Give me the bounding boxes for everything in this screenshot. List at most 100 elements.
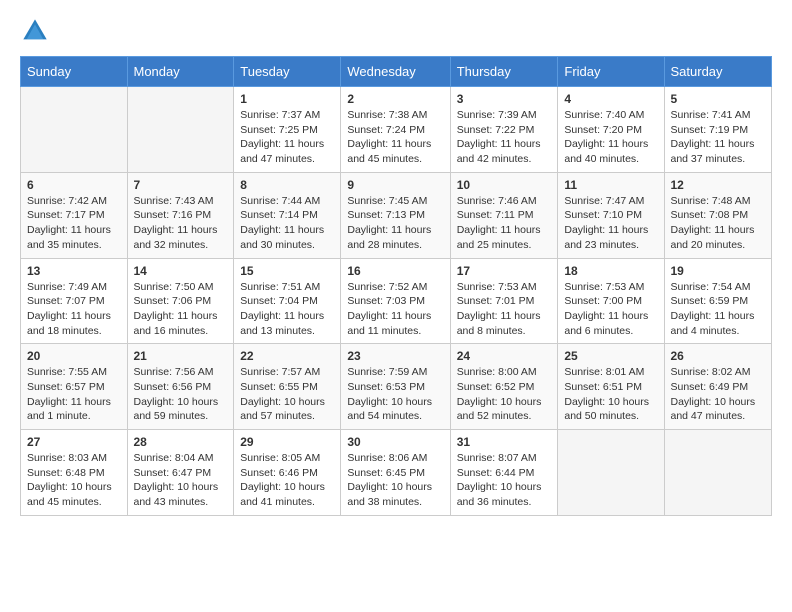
calendar-cell: 14 Sunrise: 7:50 AM Sunset: 7:06 PM Dayli… (127, 258, 234, 344)
calendar-cell: 15 Sunrise: 7:51 AM Sunset: 7:04 PM Dayli… (234, 258, 341, 344)
calendar-week-row: 6 Sunrise: 7:42 AM Sunset: 7:17 PM Daylig… (21, 172, 772, 258)
day-info: Sunrise: 7:47 AM Sunset: 7:10 PM Dayligh… (564, 194, 657, 253)
calendar-cell: 4Sunrise: 7:40 AM Sunset: 7:20 PM Daylig… (558, 87, 664, 173)
day-info: Sunrise: 8:04 AM Sunset: 6:47 PM Dayligh… (134, 451, 228, 510)
day-number: 31 (457, 435, 552, 449)
day-info: Sunrise: 7:56 AM Sunset: 6:56 PM Dayligh… (134, 365, 228, 424)
calendar-cell: 24Sunrise: 8:00 AM Sunset: 6:52 PM Dayli… (450, 344, 558, 430)
logo (20, 16, 54, 46)
day-info: Sunrise: 7:45 AM Sunset: 7:13 PM Dayligh… (347, 194, 443, 253)
calendar-cell: 19Sunrise: 7:54 AM Sunset: 6:59 PM Dayli… (664, 258, 772, 344)
day-number: 1 (240, 92, 334, 106)
calendar-cell: 23Sunrise: 7:59 AM Sunset: 6:53 PM Dayli… (341, 344, 450, 430)
day-number: 3 (457, 92, 552, 106)
day-number: 7 (134, 178, 228, 192)
weekday-header-thursday: Thursday (450, 57, 558, 87)
calendar-cell: 29 Sunrise: 8:05 AM Sunset: 6:46 PM Dayli… (234, 430, 341, 516)
day-info: Sunrise: 8:07 AM Sunset: 6:44 PM Dayligh… (457, 451, 552, 510)
day-info: Sunrise: 8:06 AM Sunset: 6:45 PM Dayligh… (347, 451, 443, 510)
calendar-cell: 30 Sunrise: 8:06 AM Sunset: 6:45 PM Dayli… (341, 430, 450, 516)
day-info: Sunrise: 7:46 AM Sunset: 7:11 PM Dayligh… (457, 194, 552, 253)
day-number: 20 (27, 349, 121, 363)
day-info: Sunrise: 7:43 AM Sunset: 7:16 PM Dayligh… (134, 194, 228, 253)
day-number: 8 (240, 178, 334, 192)
calendar-cell: 11Sunrise: 7:47 AM Sunset: 7:10 PM Dayli… (558, 172, 664, 258)
day-number: 29 (240, 435, 334, 449)
calendar-table: SundayMondayTuesdayWednesdayThursdayFrid… (20, 56, 772, 516)
day-number: 26 (671, 349, 766, 363)
day-number: 12 (671, 178, 766, 192)
day-number: 25 (564, 349, 657, 363)
day-info: Sunrise: 7:39 AM Sunset: 7:22 PM Dayligh… (457, 108, 552, 167)
day-info: Sunrise: 7:48 AM Sunset: 7:08 PM Dayligh… (671, 194, 766, 253)
day-info: Sunrise: 7:42 AM Sunset: 7:17 PM Dayligh… (27, 194, 121, 253)
day-info: Sunrise: 7:57 AM Sunset: 6:55 PM Dayligh… (240, 365, 334, 424)
weekday-header-sunday: Sunday (21, 57, 128, 87)
calendar-week-row: 13Sunrise: 7:49 AM Sunset: 7:07 PM Dayli… (21, 258, 772, 344)
day-number: 18 (564, 264, 657, 278)
calendar-cell: 28 Sunrise: 8:04 AM Sunset: 6:47 PM Dayli… (127, 430, 234, 516)
day-number: 2 (347, 92, 443, 106)
day-number: 6 (27, 178, 121, 192)
day-info: Sunrise: 7:54 AM Sunset: 6:59 PM Dayligh… (671, 280, 766, 339)
calendar-week-row: 1 Sunrise: 7:37 AM Sunset: 7:25 PM Daylig… (21, 87, 772, 173)
day-info: Sunrise: 8:00 AM Sunset: 6:52 PM Dayligh… (457, 365, 552, 424)
day-info: Sunrise: 7:53 AM Sunset: 7:01 PM Dayligh… (457, 280, 552, 339)
calendar-cell (127, 87, 234, 173)
day-number: 23 (347, 349, 443, 363)
calendar-cell: 31 Sunrise: 8:07 AM Sunset: 6:44 PM Dayli… (450, 430, 558, 516)
day-info: Sunrise: 7:40 AM Sunset: 7:20 PM Dayligh… (564, 108, 657, 167)
weekday-header-tuesday: Tuesday (234, 57, 341, 87)
day-info: Sunrise: 7:37 AM Sunset: 7:25 PM Dayligh… (240, 108, 334, 167)
calendar-cell: 6 Sunrise: 7:42 AM Sunset: 7:17 PM Daylig… (21, 172, 128, 258)
day-info: Sunrise: 7:51 AM Sunset: 7:04 PM Dayligh… (240, 280, 334, 339)
calendar-week-row: 27 Sunrise: 8:03 AM Sunset: 6:48 PM Dayli… (21, 430, 772, 516)
day-info: Sunrise: 8:02 AM Sunset: 6:49 PM Dayligh… (671, 365, 766, 424)
day-number: 10 (457, 178, 552, 192)
calendar-cell: 3 Sunrise: 7:39 AM Sunset: 7:22 PM Daylig… (450, 87, 558, 173)
calendar-cell: 27 Sunrise: 8:03 AM Sunset: 6:48 PM Dayli… (21, 430, 128, 516)
calendar-cell: 25Sunrise: 8:01 AM Sunset: 6:51 PM Dayli… (558, 344, 664, 430)
calendar-cell: 13Sunrise: 7:49 AM Sunset: 7:07 PM Dayli… (21, 258, 128, 344)
header (20, 16, 772, 46)
calendar-cell: 1 Sunrise: 7:37 AM Sunset: 7:25 PM Daylig… (234, 87, 341, 173)
calendar-week-row: 20 Sunrise: 7:55 AM Sunset: 6:57 PM Dayli… (21, 344, 772, 430)
calendar-cell: 21 Sunrise: 7:56 AM Sunset: 6:56 PM Dayli… (127, 344, 234, 430)
calendar-cell: 12 Sunrise: 7:48 AM Sunset: 7:08 PM Dayli… (664, 172, 772, 258)
day-info: Sunrise: 8:05 AM Sunset: 6:46 PM Dayligh… (240, 451, 334, 510)
calendar-cell (21, 87, 128, 173)
calendar-cell: 8 Sunrise: 7:44 AM Sunset: 7:14 PM Daylig… (234, 172, 341, 258)
page: SundayMondayTuesdayWednesdayThursdayFrid… (0, 0, 792, 532)
calendar-cell: 7 Sunrise: 7:43 AM Sunset: 7:16 PM Daylig… (127, 172, 234, 258)
weekday-header-row: SundayMondayTuesdayWednesdayThursdayFrid… (21, 57, 772, 87)
day-number: 13 (27, 264, 121, 278)
day-number: 15 (240, 264, 334, 278)
calendar-cell: 16Sunrise: 7:52 AM Sunset: 7:03 PM Dayli… (341, 258, 450, 344)
day-info: Sunrise: 7:38 AM Sunset: 7:24 PM Dayligh… (347, 108, 443, 167)
day-info: Sunrise: 7:44 AM Sunset: 7:14 PM Dayligh… (240, 194, 334, 253)
day-info: Sunrise: 7:53 AM Sunset: 7:00 PM Dayligh… (564, 280, 657, 339)
day-number: 17 (457, 264, 552, 278)
day-number: 14 (134, 264, 228, 278)
calendar-cell: 22 Sunrise: 7:57 AM Sunset: 6:55 PM Dayli… (234, 344, 341, 430)
calendar-cell: 5 Sunrise: 7:41 AM Sunset: 7:19 PM Daylig… (664, 87, 772, 173)
day-number: 5 (671, 92, 766, 106)
calendar-cell: 20 Sunrise: 7:55 AM Sunset: 6:57 PM Dayli… (21, 344, 128, 430)
day-number: 22 (240, 349, 334, 363)
day-info: Sunrise: 7:50 AM Sunset: 7:06 PM Dayligh… (134, 280, 228, 339)
logo-icon (20, 16, 50, 46)
day-number: 28 (134, 435, 228, 449)
day-number: 16 (347, 264, 443, 278)
weekday-header-saturday: Saturday (664, 57, 772, 87)
day-number: 27 (27, 435, 121, 449)
weekday-header-friday: Friday (558, 57, 664, 87)
weekday-header-monday: Monday (127, 57, 234, 87)
day-number: 30 (347, 435, 443, 449)
day-info: Sunrise: 7:55 AM Sunset: 6:57 PM Dayligh… (27, 365, 121, 424)
day-number: 21 (134, 349, 228, 363)
day-info: Sunrise: 8:03 AM Sunset: 6:48 PM Dayligh… (27, 451, 121, 510)
calendar-cell: 26 Sunrise: 8:02 AM Sunset: 6:49 PM Dayli… (664, 344, 772, 430)
calendar-cell: 9Sunrise: 7:45 AM Sunset: 7:13 PM Daylig… (341, 172, 450, 258)
calendar-cell: 2 Sunrise: 7:38 AM Sunset: 7:24 PM Daylig… (341, 87, 450, 173)
day-info: Sunrise: 7:41 AM Sunset: 7:19 PM Dayligh… (671, 108, 766, 167)
